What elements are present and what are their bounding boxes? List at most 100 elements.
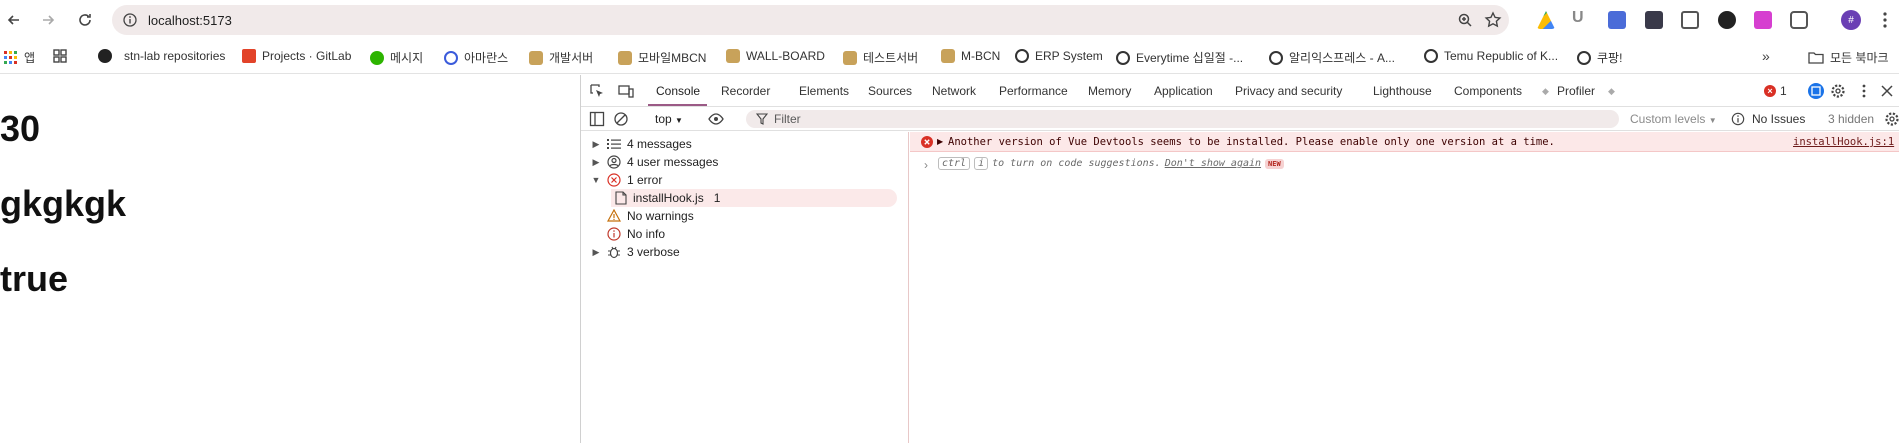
sidebar-item-messages[interactable]: ▶ 4 messages [591, 135, 692, 153]
globe-icon [1269, 50, 1283, 65]
inspect-element-icon[interactable] [589, 83, 605, 99]
screen-extension-icon[interactable] [1645, 11, 1663, 29]
collapse-caret-icon[interactable]: ▼ [591, 175, 601, 185]
tab-console[interactable]: Console [656, 84, 700, 98]
settings-gear-icon[interactable] [1830, 83, 1846, 99]
bookmark-item[interactable]: Projects · GitLab [242, 49, 351, 63]
sidebar-item-verbose[interactable]: ▶ 3 verbose [591, 243, 680, 261]
vue-devtools-icon[interactable] [1808, 83, 1824, 99]
tab-sources[interactable]: Sources [868, 84, 912, 98]
error-count: 1 [1780, 84, 1787, 98]
zoom-icon[interactable] [1457, 12, 1473, 28]
u-extension-icon[interactable]: U [1572, 9, 1590, 27]
tab-performance[interactable]: Performance [999, 84, 1068, 98]
error-icon [607, 173, 621, 187]
bookmark-item[interactable]: 아마란스 [444, 49, 508, 66]
browser-menu-icon[interactable] [1883, 12, 1887, 28]
bookmark-item[interactable]: ERP System [1015, 49, 1103, 63]
bookmark-item[interactable]: 알리익스프레스 - A... [1269, 49, 1395, 66]
error-source-link[interactable]: installHook.js:1 [1793, 136, 1894, 148]
bookmarks-overflow-chevron-icon[interactable]: » [1762, 48, 1770, 64]
console-filter-bar: top ▼ Filter Custom levels ▼ No Issues 3… [581, 107, 1899, 131]
dont-show-again-link[interactable]: Don't show again [1165, 158, 1261, 169]
error-count-badge[interactable]: × 1 [1764, 84, 1787, 98]
bookmark-item[interactable]: M-BCN [941, 49, 1000, 63]
bookmark-apps[interactable]: 앱 [4, 49, 35, 66]
expand-triangle-icon[interactable]: ▶ [937, 137, 943, 146]
log-levels-dropdown[interactable]: Custom levels ▼ [1630, 112, 1717, 126]
address-bar[interactable]: localhost:5173 [112, 5, 1509, 35]
close-icon[interactable] [1879, 83, 1895, 99]
tab-application[interactable]: Application [1154, 84, 1213, 98]
bookmark-label: 개발서버 [549, 51, 594, 65]
device-toolbar-icon[interactable] [618, 83, 634, 99]
forward-button[interactable] [36, 8, 60, 32]
sidebar-item-installhook[interactable]: installHook.js 1 [611, 189, 897, 207]
drive-extension-icon[interactable] [1537, 11, 1555, 29]
kbd-ctrl: ctrl [938, 157, 971, 170]
tab-elements[interactable]: Elements [799, 84, 849, 98]
tab-memory[interactable]: Memory [1088, 84, 1131, 98]
all-bookmarks-button[interactable]: 모든 북마크 [1808, 49, 1889, 66]
extensions-puzzle-icon[interactable] [1790, 11, 1808, 29]
site-info-icon[interactable] [122, 12, 138, 28]
devtools-menu-icon[interactable] [1856, 83, 1872, 99]
bug-icon [608, 246, 620, 259]
error-icon: × [1764, 85, 1776, 97]
console-settings-gear-icon[interactable] [1884, 111, 1899, 127]
filter-input[interactable]: Filter [746, 110, 1619, 128]
console-error-message[interactable]: ▶ Another version of Vue Devtools seems … [910, 132, 1899, 152]
error-icon [921, 136, 933, 148]
mbcn-icon [618, 50, 632, 65]
tab-recorder[interactable]: Recorder [721, 84, 770, 98]
bookmark-item[interactable]: 테스트서버 [843, 49, 918, 66]
console-sidebar: ▶ 4 messages ▶ 4 user messages ▼ 1 error… [581, 132, 909, 443]
issues-button[interactable]: No Issues [1752, 112, 1805, 126]
tab-profiler[interactable]: Profiler [1557, 84, 1595, 98]
pink-download-extension-icon[interactable] [1754, 11, 1772, 29]
kbd-i: i [974, 157, 989, 170]
url-text[interactable]: localhost:5173 [148, 13, 232, 28]
globe-icon [1116, 50, 1130, 65]
bookmark-item[interactable]: Everytime 십일절 -... [1116, 49, 1243, 66]
bookmark-item[interactable]: WALL-BOARD [726, 49, 825, 63]
tab-groups-button[interactable] [53, 49, 67, 63]
info-icon [1731, 112, 1745, 126]
sidebar-toggle-icon[interactable] [589, 111, 605, 127]
sidebar-item-user-messages[interactable]: ▶ 4 user messages [591, 153, 719, 171]
sidebar-item-info[interactable]: No info [607, 225, 665, 243]
capture-extension-icon[interactable] [1681, 11, 1699, 29]
console-input[interactable]: ctrl i to turn on code suggestions. Don'… [938, 157, 1284, 170]
expand-caret-icon[interactable]: ▶ [591, 247, 601, 258]
back-button[interactable] [2, 8, 26, 32]
bookmark-item[interactable]: Temu Republic of K... [1424, 49, 1558, 63]
tab-lighthouse[interactable]: Lighthouse [1373, 84, 1432, 98]
devtools-panel: Console Recorder Elements Sources Networ… [580, 75, 1899, 443]
sidebar-item-label: 1 error [627, 173, 663, 187]
bookmark-item[interactable]: 모바일MBCN [618, 49, 706, 66]
context-selector[interactable]: top ▼ [655, 112, 683, 126]
expand-caret-icon[interactable]: ▶ [591, 157, 601, 168]
tab-network[interactable]: Network [932, 84, 976, 98]
bookmark-label: WALL-BOARD [746, 49, 825, 63]
expand-caret-icon[interactable]: ▶ [591, 139, 601, 150]
tab-components[interactable]: Components [1454, 84, 1522, 98]
bookmark-item[interactable]: 메시지 [370, 49, 423, 66]
sidebar-item-warnings[interactable]: No warnings [607, 207, 694, 225]
eye-icon[interactable] [708, 111, 724, 127]
heading-string: gkgkgk [0, 183, 127, 224]
openai-extension-icon[interactable] [1718, 11, 1736, 29]
sidebar-item-errors[interactable]: ▼ 1 error [591, 171, 663, 189]
bookmark-item[interactable]: 개발서버 [529, 49, 593, 66]
vue-logo-icon: ◆ [1608, 86, 1615, 96]
clear-console-icon[interactable] [613, 111, 629, 127]
reload-button[interactable] [73, 8, 97, 32]
download-extension-icon[interactable] [1608, 11, 1626, 29]
bookmark-item[interactable]: 쿠팡! [1577, 49, 1622, 66]
bookmark-label: Everytime 십일절 -... [1136, 51, 1244, 65]
filter-placeholder: Filter [774, 112, 801, 126]
bookmark-star-icon[interactable] [1484, 11, 1502, 29]
tab-privacy-security[interactable]: Privacy and security [1235, 84, 1342, 98]
profile-avatar[interactable]: # [1841, 10, 1861, 30]
bookmark-item[interactable]: stn-lab repositories [98, 49, 225, 63]
